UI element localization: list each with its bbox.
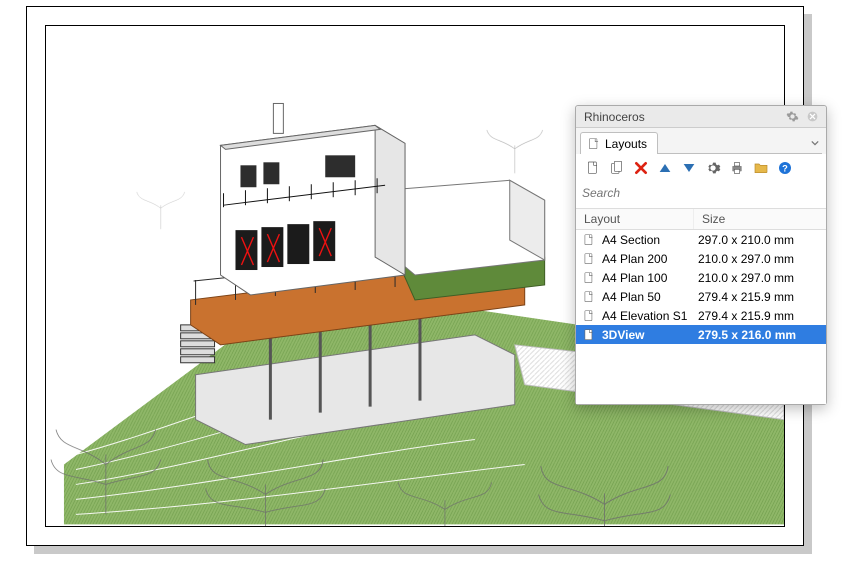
- close-icon[interactable]: [804, 109, 820, 125]
- header-size[interactable]: Size: [694, 209, 826, 229]
- layout-size: 279.4 x 215.9 mm: [698, 290, 820, 304]
- settings-icon[interactable]: [704, 159, 722, 177]
- tab-layouts[interactable]: Layouts: [580, 132, 658, 154]
- page-icon: [582, 233, 596, 247]
- layout-size: 279.4 x 215.9 mm: [698, 309, 820, 323]
- layout-row[interactable]: A4 Section297.0 x 210.0 mm: [576, 230, 826, 249]
- page-icon: [582, 271, 596, 285]
- layout-row[interactable]: A4 Plan 200210.0 x 297.0 mm: [576, 249, 826, 268]
- gear-icon[interactable]: [784, 109, 800, 125]
- page-icon: [582, 290, 596, 304]
- print-icon[interactable]: [728, 159, 746, 177]
- header-layout[interactable]: Layout: [576, 209, 694, 229]
- layout-name: A4 Plan 50: [602, 290, 698, 304]
- page-icon: [582, 252, 596, 266]
- tabstrip-chevron-icon[interactable]: [808, 132, 822, 154]
- layout-size: 297.0 x 210.0 mm: [698, 233, 820, 247]
- delete-layout-icon[interactable]: [632, 159, 650, 177]
- panel-tabstrip: Layouts: [576, 128, 826, 154]
- layout-name: A4 Section: [602, 233, 698, 247]
- layout-size: 210.0 x 297.0 mm: [698, 271, 820, 285]
- layout-size: 210.0 x 297.0 mm: [698, 252, 820, 266]
- layout-row[interactable]: A4 Plan 50279.4 x 215.9 mm: [576, 287, 826, 306]
- layout-name: 3DView: [602, 328, 698, 342]
- list-header: Layout Size: [576, 208, 826, 230]
- move-down-icon[interactable]: [680, 159, 698, 177]
- layout-row[interactable]: A4 Elevation S1279.4 x 215.9 mm: [576, 306, 826, 325]
- help-icon[interactable]: ?: [776, 159, 794, 177]
- new-layout-icon[interactable]: [584, 159, 602, 177]
- tab-label: Layouts: [605, 137, 647, 151]
- layouts-tab-icon: [587, 137, 601, 151]
- svg-text:?: ?: [782, 163, 788, 173]
- layout-list: A4 Section297.0 x 210.0 mmA4 Plan 200210…: [576, 230, 826, 404]
- layout-row[interactable]: A4 Plan 100210.0 x 297.0 mm: [576, 268, 826, 287]
- copy-layout-icon[interactable]: [608, 159, 626, 177]
- layouts-toolbar: ?: [576, 154, 826, 182]
- layout-name: A4 Elevation S1: [602, 309, 698, 323]
- panel-title: Rhinoceros: [584, 110, 784, 124]
- layout-name: A4 Plan 100: [602, 271, 698, 285]
- layout-size: 279.5 x 216.0 mm: [698, 328, 820, 342]
- page-icon: [582, 309, 596, 323]
- panel-titlebar[interactable]: Rhinoceros: [576, 106, 826, 128]
- move-up-icon[interactable]: [656, 159, 674, 177]
- open-folder-icon[interactable]: [752, 159, 770, 177]
- page-icon: [582, 328, 596, 342]
- layouts-panel: Rhinoceros Layouts ?: [575, 105, 827, 405]
- layout-row[interactable]: 3DView279.5 x 216.0 mm: [576, 325, 826, 344]
- search-input[interactable]: [582, 184, 820, 202]
- layout-name: A4 Plan 200: [602, 252, 698, 266]
